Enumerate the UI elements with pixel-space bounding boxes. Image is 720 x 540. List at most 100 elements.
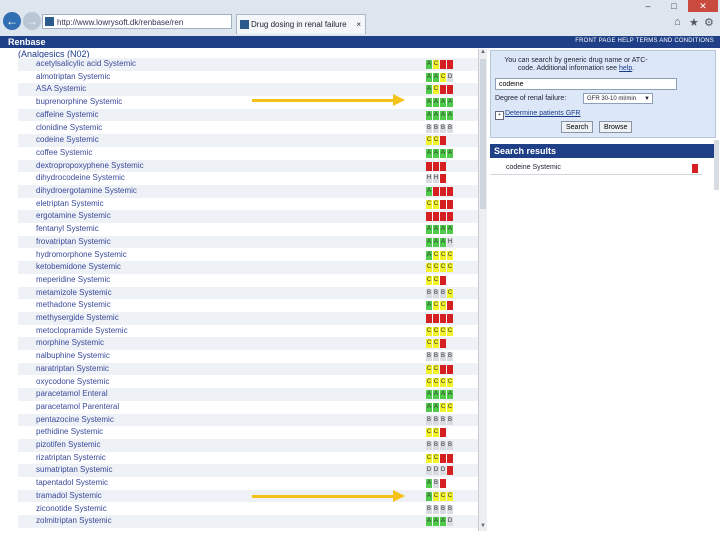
address-bar[interactable]: http://www.lowrysoft.dk/renbase/ren — [42, 14, 232, 29]
severity-cell[interactable]: B — [426, 415, 432, 425]
drug-name-link[interactable]: naratriptan Systemic — [36, 364, 109, 373]
severity-cell[interactable]: B — [433, 123, 439, 133]
severity-cell[interactable]: B — [440, 504, 446, 514]
severity-cell[interactable] — [447, 212, 453, 222]
severity-cell[interactable]: A — [426, 491, 432, 501]
search-input[interactable] — [495, 78, 677, 90]
severity-cell[interactable]: C — [433, 136, 439, 146]
severity-cell[interactable]: C — [426, 364, 432, 374]
drug-name-link[interactable]: pethidine Systemic — [36, 427, 103, 436]
list-item[interactable]: methysergide Systemic — [18, 312, 478, 325]
severity-cell[interactable]: C — [433, 428, 439, 438]
severity-cell[interactable]: C — [426, 453, 432, 463]
drug-name-link[interactable]: methadone Systemic — [36, 300, 111, 309]
drug-name-link[interactable]: dihydrocodeine Systemic — [36, 173, 125, 182]
brand-logo[interactable]: Renbase — [8, 37, 46, 47]
drug-name-link[interactable]: methysergide Systemic — [36, 313, 119, 322]
severity-cell[interactable] — [433, 161, 439, 171]
minimize-button[interactable]: – — [636, 0, 660, 12]
severity-cell[interactable]: A — [440, 225, 446, 235]
severity-cell[interactable]: B — [426, 352, 432, 362]
list-item[interactable]: tapentadol Systemic A B — [18, 477, 478, 490]
severity-cell[interactable]: A — [426, 60, 432, 69]
severity-cell[interactable]: C — [447, 250, 453, 260]
drug-name-link[interactable]: metoclopramide Systemic — [36, 326, 128, 335]
list-item[interactable]: pizotifen Systemic B B B B — [18, 439, 478, 452]
severity-cell[interactable] — [433, 187, 439, 196]
drug-name-link[interactable]: ziconotide Systemic — [36, 504, 107, 513]
severity-cell[interactable] — [433, 212, 439, 222]
severity-cell[interactable]: C — [433, 301, 439, 311]
list-item[interactable]: ASA Systemic A C — [18, 83, 478, 97]
drug-name-link[interactable]: frovatriptan Systemic — [36, 237, 111, 246]
severity-cell[interactable] — [433, 314, 439, 323]
severity-cell[interactable]: B — [426, 504, 432, 514]
severity-cell[interactable] — [440, 428, 446, 438]
severity-cell[interactable]: A — [440, 110, 446, 120]
list-item[interactable]: morphine Systemic C C — [18, 337, 478, 351]
list-item[interactable]: paracetamol Enteral A A A A — [18, 388, 478, 401]
severity-cell[interactable]: A — [447, 110, 453, 120]
severity-cell[interactable]: D — [433, 466, 439, 476]
severity-cell[interactable]: B — [440, 415, 446, 425]
favorites-star-icon[interactable]: ★ — [689, 16, 699, 29]
severity-cell[interactable] — [447, 314, 453, 323]
severity-cell[interactable]: A — [433, 110, 439, 120]
drug-name-link[interactable]: nalbuphine Systemic — [36, 351, 110, 360]
list-item[interactable]: pentazocine Systemic B B B B — [18, 413, 478, 427]
list-item[interactable]: almotriptan Systemic A A C D — [18, 71, 478, 84]
severity-cell[interactable] — [440, 212, 446, 222]
list-item[interactable]: methadone Systemic A C C — [18, 299, 478, 312]
list-item[interactable]: codeine Systemic C C — [18, 134, 478, 147]
severity-cell[interactable]: C — [440, 326, 446, 336]
severity-cell[interactable]: C — [447, 491, 453, 501]
severity-cell[interactable]: A — [426, 85, 432, 95]
list-item[interactable]: paracetamol Parenteral A A C C — [18, 401, 478, 414]
severity-cell[interactable]: A — [426, 402, 432, 412]
severity-cell[interactable]: A — [426, 390, 432, 400]
tab-close-icon[interactable]: × — [356, 15, 361, 34]
severity-cell[interactable]: A — [433, 390, 439, 400]
severity-cell[interactable]: A — [426, 250, 432, 260]
severity-cell[interactable] — [447, 453, 453, 463]
severity-cell[interactable]: B — [433, 288, 439, 298]
list-item[interactable]: ergotamine Systemic — [18, 210, 478, 224]
severity-cell[interactable]: C — [440, 377, 446, 387]
drug-name-link[interactable]: coffee Systemic — [36, 148, 92, 157]
severity-cell[interactable]: B — [426, 441, 432, 450]
severity-cell[interactable]: C — [447, 288, 453, 298]
severity-cell[interactable]: B — [426, 123, 432, 133]
drug-name-link[interactable]: tramadol Systemic — [36, 491, 102, 500]
severity-cell[interactable]: B — [433, 352, 439, 362]
severity-cell[interactable]: A — [426, 479, 432, 489]
severity-cell[interactable]: B — [433, 441, 439, 450]
severity-cell[interactable] — [440, 136, 446, 146]
severity-cell[interactable]: A — [426, 517, 432, 527]
severity-cell[interactable] — [440, 364, 446, 374]
severity-cell[interactable]: C — [440, 263, 446, 273]
severity-cell[interactable]: C — [426, 377, 432, 387]
severity-cell[interactable] — [426, 161, 432, 171]
severity-cell[interactable]: A — [447, 148, 453, 158]
drug-name-link[interactable]: ASA Systemic — [36, 84, 86, 93]
severity-cell[interactable]: C — [426, 136, 432, 146]
severity-cell[interactable]: C — [433, 491, 439, 501]
severity-cell[interactable] — [440, 187, 446, 196]
search-result-name[interactable]: codeine Systemic — [506, 164, 561, 171]
list-scrollbar[interactable]: ▲ ▼ — [478, 49, 487, 531]
severity-cell[interactable]: C — [433, 199, 439, 209]
list-item[interactable]: caffeine Systemic A A A A — [18, 108, 478, 122]
severity-cell[interactable] — [440, 60, 446, 69]
severity-cell[interactable]: A — [433, 402, 439, 412]
drug-name-link[interactable]: almotriptan Systemic — [36, 72, 110, 81]
severity-cell[interactable] — [440, 339, 446, 349]
drug-name-link[interactable]: meperidine Systemic — [36, 275, 110, 284]
severity-cell[interactable] — [447, 301, 453, 311]
drug-name-link[interactable]: zolmitriptan Systemic — [36, 516, 112, 525]
severity-cell[interactable]: A — [426, 187, 432, 196]
list-item[interactable]: metamizole Systemic B B B C — [18, 286, 478, 300]
list-item[interactable]: clonidine Systemic B B B B — [18, 122, 478, 135]
forward-button[interactable]: → — [23, 12, 41, 30]
severity-cell[interactable]: A — [433, 225, 439, 235]
help-link[interactable]: help — [619, 65, 632, 72]
